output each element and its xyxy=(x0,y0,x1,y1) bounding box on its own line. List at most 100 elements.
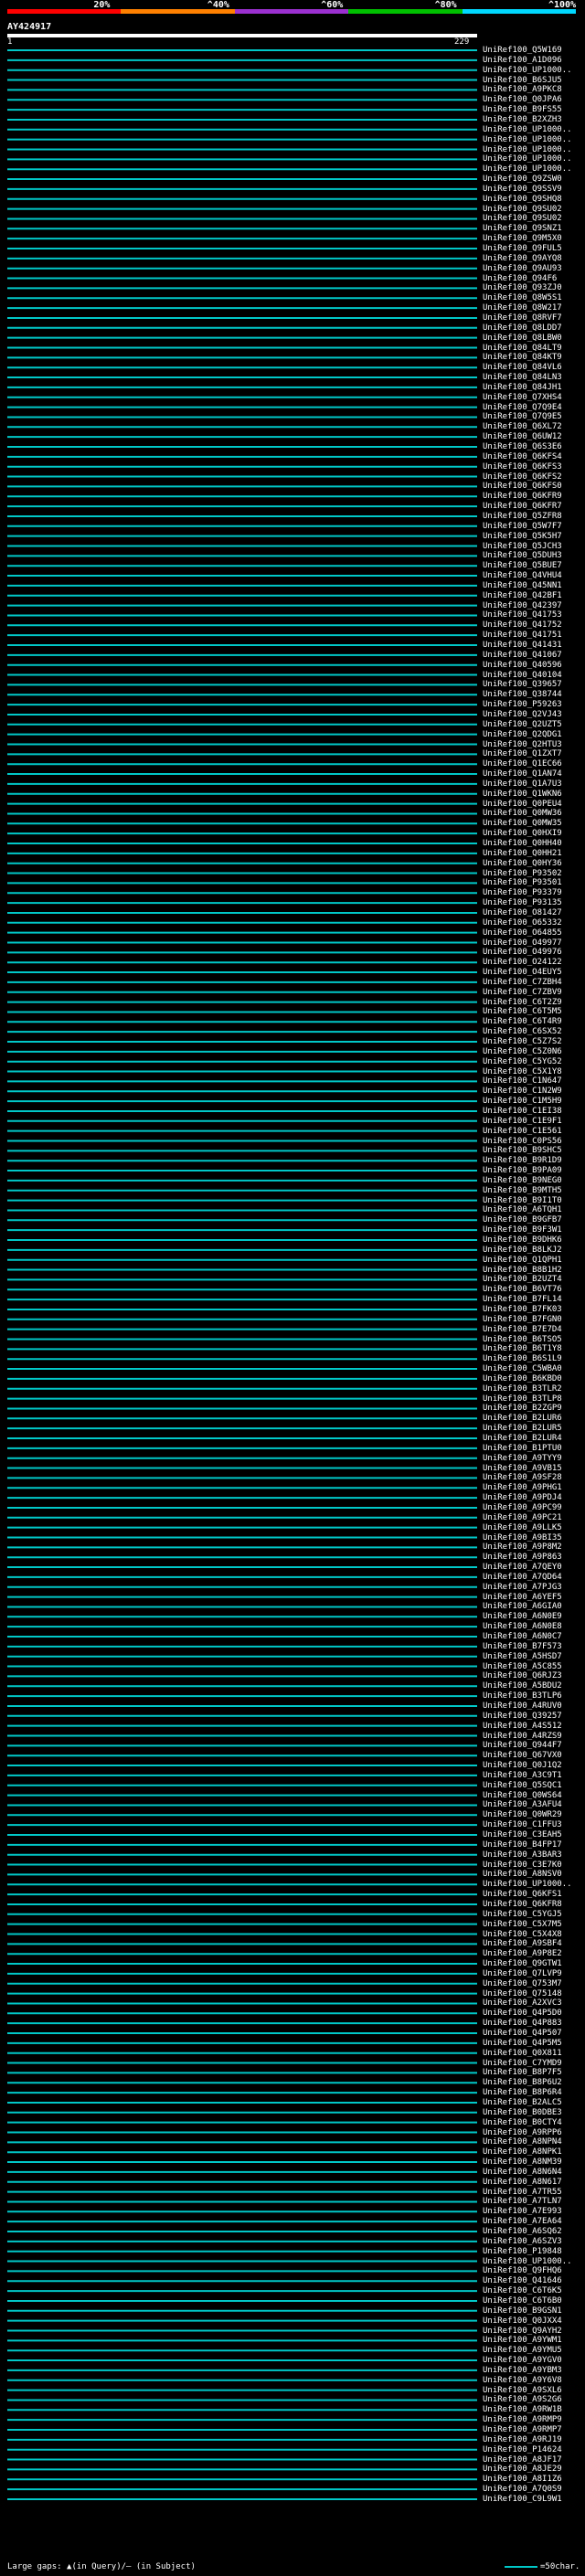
hit-label[interactable]: UniRef100_Q5BUE7 xyxy=(483,561,562,571)
hit-label[interactable]: UniRef100_B8P6R4 xyxy=(483,2088,562,2098)
hit-label[interactable]: UniRef100_A9SBF4 xyxy=(483,1939,562,1949)
hit-label[interactable]: UniRef100_A8NSV0 xyxy=(483,1870,562,1880)
hit-label[interactable]: UniRef100_Q7XHS4 xyxy=(483,393,562,403)
hit-label[interactable]: UniRef100_A8JF17 xyxy=(483,2455,562,2465)
hit-label[interactable]: UniRef100_C7ZBV9 xyxy=(483,988,562,998)
hit-label[interactable]: UniRef100_C9L9W1 xyxy=(483,2495,562,2505)
hit-label[interactable]: UniRef100_Q93ZJ0 xyxy=(483,283,562,293)
hit-label[interactable]: UniRef100_C6SX52 xyxy=(483,1027,562,1037)
hit-label[interactable]: UniRef100_Q4P5M5 xyxy=(483,2039,562,2049)
hit-label[interactable]: UniRef100_B0DBE3 xyxy=(483,2108,562,2118)
hit-label[interactable]: UniRef100_A7TR55 xyxy=(483,2188,562,2198)
hit-label[interactable]: UniRef100_B8P7F5 xyxy=(483,2068,562,2078)
hit-label[interactable]: UniRef100_B6SJU5 xyxy=(483,76,562,86)
hit-label[interactable]: UniRef100_A6N0E8 xyxy=(483,1622,562,1632)
hit-label[interactable]: UniRef100_Q0JPA6 xyxy=(483,95,562,105)
hit-label[interactable]: UniRef100_Q9SU02 xyxy=(483,214,562,224)
hit-label[interactable]: UniRef100_Q6KFS2 xyxy=(483,472,562,482)
hit-label[interactable]: UniRef100_B8B1H2 xyxy=(483,1266,562,1276)
hit-label[interactable]: UniRef100_P93379 xyxy=(483,888,562,898)
hit-label[interactable]: UniRef100_B9R1D9 xyxy=(483,1156,562,1166)
hit-label[interactable]: UniRef100_Q84VL6 xyxy=(483,363,562,373)
hit-label[interactable]: UniRef100_A9PC21 xyxy=(483,1513,562,1523)
hit-label[interactable]: UniRef100_B8LKJ2 xyxy=(483,1246,562,1256)
hit-label[interactable]: UniRef100_Q5DUH3 xyxy=(483,551,562,561)
hit-label[interactable]: UniRef100_A9RW1B xyxy=(483,2405,562,2415)
hit-label[interactable]: UniRef100_Q6KFR8 xyxy=(483,1900,562,1910)
hit-label[interactable]: UniRef100_Q8LBW0 xyxy=(483,334,562,344)
hit-label[interactable]: UniRef100_A6N0E9 xyxy=(483,1612,562,1622)
hit-label[interactable]: UniRef100_Q5SQC1 xyxy=(483,1781,562,1791)
hit-label[interactable]: UniRef100_A9BI35 xyxy=(483,1533,562,1543)
hit-label[interactable]: UniRef100_Q7Q9E4 xyxy=(483,403,562,413)
hit-label[interactable]: UniRef100_Q9ZSW0 xyxy=(483,175,562,185)
hit-label[interactable]: UniRef100_C1N2W9 xyxy=(483,1087,562,1097)
hit-label[interactable]: UniRef100_C3E7K0 xyxy=(483,1860,562,1871)
hit-label[interactable]: UniRef100_A8NPN4 xyxy=(483,2137,562,2147)
hit-label[interactable]: UniRef100_B9I1T0 xyxy=(483,1196,562,1206)
hit-label[interactable]: UniRef100_A1D096 xyxy=(483,56,562,66)
hit-label[interactable]: UniRef100_C1M5H9 xyxy=(483,1097,562,1107)
hit-label[interactable]: UniRef100_Q84LN3 xyxy=(483,373,562,383)
hit-label[interactable]: UniRef100_P93502 xyxy=(483,869,562,879)
hit-label[interactable]: UniRef100_Q0HH21 xyxy=(483,849,562,859)
hit-label[interactable]: UniRef100_C5Z0N6 xyxy=(483,1047,562,1057)
hit-label[interactable]: UniRef100_A9P8E2 xyxy=(483,1949,562,1959)
hit-label[interactable]: UniRef100_UP1000.. xyxy=(483,154,572,164)
hit-label[interactable]: UniRef100_B2UZT4 xyxy=(483,1275,562,1285)
hit-label[interactable]: UniRef100_B2ALC5 xyxy=(483,2098,562,2108)
hit-label[interactable]: UniRef100_Q41752 xyxy=(483,620,562,631)
hit-label[interactable]: UniRef100_Q67VX0 xyxy=(483,1751,562,1761)
hit-label[interactable]: UniRef100_Q9AYH2 xyxy=(483,2327,562,2337)
hit-label[interactable]: UniRef100_C5X1Y8 xyxy=(483,1067,562,1077)
hit-label[interactable]: UniRef100_A3AFU4 xyxy=(483,1800,562,1810)
hit-label[interactable]: UniRef100_C6T4R9 xyxy=(483,1017,562,1027)
hit-label[interactable]: UniRef100_Q8W217 xyxy=(483,303,562,313)
hit-label[interactable]: UniRef100_B9FS55 xyxy=(483,105,562,115)
hit-label[interactable]: UniRef100_A7E993 xyxy=(483,2207,562,2217)
hit-label[interactable]: UniRef100_Q8W5S1 xyxy=(483,293,562,303)
hit-label[interactable]: UniRef100_UP1000.. xyxy=(483,125,572,135)
hit-label[interactable]: UniRef100_Q4VHU4 xyxy=(483,571,562,581)
hit-label[interactable]: UniRef100_P59263 xyxy=(483,700,562,710)
hit-label[interactable]: UniRef100_Q6KFS4 xyxy=(483,452,562,462)
hit-label[interactable]: UniRef100_A9P863 xyxy=(483,1553,562,1563)
hit-label[interactable]: UniRef100_Q1ZXT7 xyxy=(483,749,562,759)
hit-label[interactable]: UniRef100_Q39657 xyxy=(483,680,562,690)
hit-label[interactable]: UniRef100_A8N617 xyxy=(483,2178,562,2188)
hit-label[interactable]: UniRef100_B6KBD0 xyxy=(483,1374,562,1384)
hit-label[interactable]: UniRef100_Q8RVF7 xyxy=(483,313,562,323)
hit-label[interactable]: UniRef100_Q2QDG1 xyxy=(483,730,562,740)
hit-label[interactable]: UniRef100_Q0HY36 xyxy=(483,859,562,869)
hit-label[interactable]: UniRef100_Q944F7 xyxy=(483,1741,562,1751)
hit-label[interactable]: UniRef100_Q0JXX4 xyxy=(483,2316,562,2327)
hit-label[interactable]: UniRef100_A6SZV3 xyxy=(483,2237,562,2247)
hit-label[interactable]: UniRef100_C5Z7S2 xyxy=(483,1037,562,1047)
hit-label[interactable]: UniRef100_Q9FHQ6 xyxy=(483,2266,562,2276)
hit-label[interactable]: UniRef100_Q0X811 xyxy=(483,2049,562,2059)
hit-label[interactable]: UniRef100_A9YMU5 xyxy=(483,2346,562,2356)
hit-label[interactable]: UniRef100_Q1A7U3 xyxy=(483,779,562,790)
hit-label[interactable]: UniRef100_Q9SSV9 xyxy=(483,185,562,195)
hit-label[interactable]: UniRef100_A9RPP6 xyxy=(483,2128,562,2138)
hit-label[interactable]: UniRef100_Q6KFR9 xyxy=(483,492,562,502)
hit-label[interactable]: UniRef100_O4EUY5 xyxy=(483,968,562,978)
hit-label[interactable]: UniRef100_Q94F6 xyxy=(483,274,557,284)
hit-label[interactable]: UniRef100_A9RMP9 xyxy=(483,2415,562,2425)
hit-label[interactable]: UniRef100_Q4P5D0 xyxy=(483,2009,562,2019)
hit-label[interactable]: UniRef100_A7Q0S9 xyxy=(483,2485,562,2495)
hit-label[interactable]: UniRef100_Q41646 xyxy=(483,2276,562,2286)
hit-label[interactable]: UniRef100_Q0J1Q2 xyxy=(483,1761,562,1771)
hit-label[interactable]: UniRef100_A5BDU2 xyxy=(483,1681,562,1691)
hit-label[interactable]: UniRef100_Q1AN74 xyxy=(483,769,562,779)
hit-label[interactable]: UniRef100_B2XZH3 xyxy=(483,115,562,125)
hit-label[interactable]: UniRef100_B9MTH5 xyxy=(483,1186,562,1196)
hit-label[interactable]: UniRef100_A9S2G6 xyxy=(483,2395,562,2405)
hit-label[interactable]: UniRef100_B6S1L9 xyxy=(483,1354,562,1364)
hit-label[interactable]: UniRef100_C5X4X8 xyxy=(483,1930,562,1940)
hit-label[interactable]: UniRef100_Q38744 xyxy=(483,690,562,700)
hit-label[interactable]: UniRef100_B9PA09 xyxy=(483,1166,562,1176)
hit-label[interactable]: UniRef100_B3TLR2 xyxy=(483,1384,562,1394)
hit-label[interactable]: UniRef100_Q39257 xyxy=(483,1712,562,1722)
hit-label[interactable]: UniRef100_A8NPK1 xyxy=(483,2147,562,2157)
